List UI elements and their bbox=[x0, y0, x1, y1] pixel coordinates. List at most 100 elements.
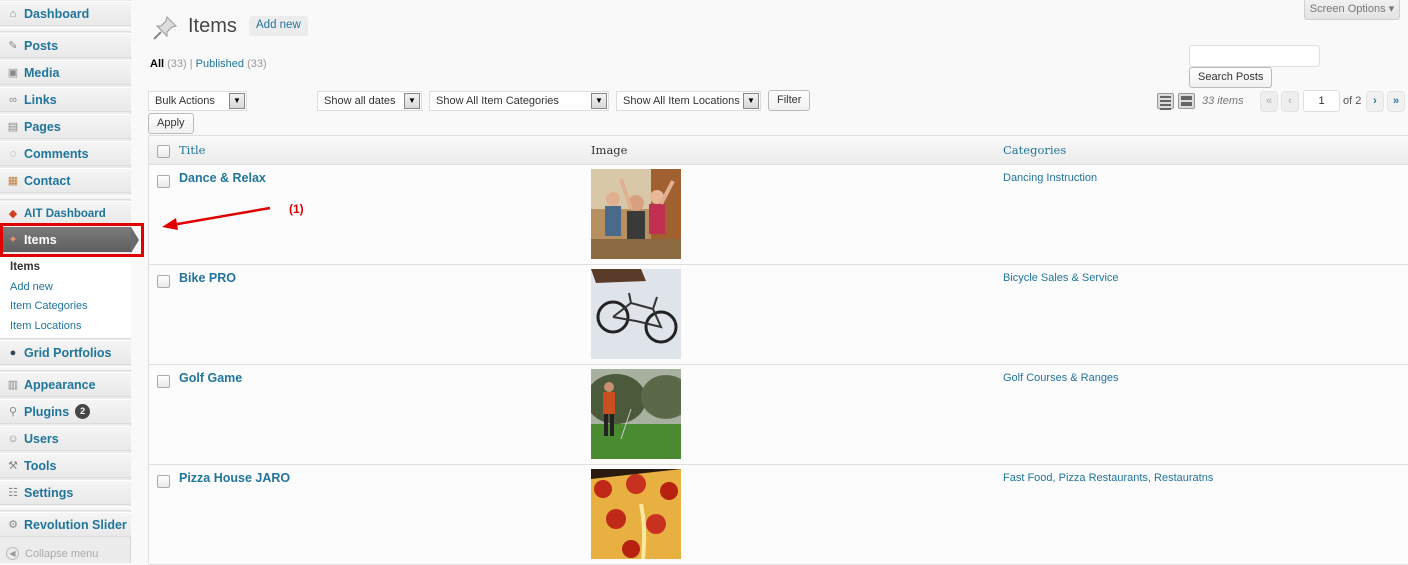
plugin-icon: ⚲ bbox=[8, 406, 18, 418]
row-checkbox[interactable] bbox=[157, 275, 170, 288]
items-submenu: Items Add new Item Categories Item Locat… bbox=[0, 257, 131, 339]
column-categories[interactable]: Categories bbox=[1003, 143, 1066, 157]
menu-separator bbox=[0, 195, 131, 200]
apply-button[interactable]: Apply bbox=[148, 113, 194, 134]
category-link[interactable]: Fast Food, Pizza Restaurants, Restauratn… bbox=[1003, 472, 1213, 484]
item-title-link[interactable]: Golf Game bbox=[179, 371, 242, 385]
menu-separator bbox=[0, 506, 131, 511]
menu-links[interactable]: ∞ Links bbox=[0, 87, 131, 112]
item-title-link[interactable]: Pizza House JARO bbox=[179, 471, 290, 485]
menu-settings[interactable]: ☷ Settings bbox=[0, 480, 131, 505]
main-content: Screen Options ▾ Items Add new All (33) … bbox=[131, 0, 1408, 565]
golfer-photo[interactable] bbox=[591, 369, 681, 459]
menu-separator bbox=[0, 27, 131, 32]
total-pages: of 2 bbox=[1343, 95, 1362, 107]
search-posts-button[interactable]: Search Posts bbox=[1189, 67, 1273, 88]
table-header: Title Image Categories bbox=[149, 136, 1408, 165]
filter-button[interactable]: Filter bbox=[768, 90, 811, 111]
add-new-button[interactable]: Add new bbox=[249, 16, 308, 36]
last-page-button[interactable]: » bbox=[1387, 91, 1405, 112]
annotation-arrow-icon bbox=[162, 206, 271, 230]
menu-dashboard[interactable]: ⌂ Dashboard bbox=[0, 1, 131, 26]
pin-icon: ✎ bbox=[8, 40, 18, 52]
collapse-arrow-icon: ◀ bbox=[6, 547, 19, 560]
menu-pages[interactable]: ▤ Pages bbox=[0, 114, 131, 139]
row-checkbox[interactable] bbox=[157, 475, 170, 488]
dates-filter-select[interactable]: Show all dates ▼ bbox=[317, 91, 422, 111]
menu-tools[interactable]: ⚒ Tools bbox=[0, 453, 131, 478]
menu-users[interactable]: ☺ Users bbox=[0, 426, 131, 451]
filter-all-count: (33) bbox=[167, 58, 187, 70]
current-page-input[interactable]: 1 bbox=[1303, 90, 1340, 112]
tools-icon: ⚒ bbox=[8, 460, 18, 472]
items-count: 33 items bbox=[1202, 95, 1244, 107]
filter-all[interactable]: All bbox=[150, 58, 164, 70]
chevron-down-icon: ▼ bbox=[591, 93, 607, 109]
submenu-item-categories[interactable]: Item Categories bbox=[10, 300, 88, 312]
pizza-photo[interactable] bbox=[591, 469, 681, 559]
submenu-add-new[interactable]: Add new bbox=[10, 281, 53, 293]
next-page-button[interactable]: › bbox=[1366, 91, 1384, 112]
category-link[interactable]: Dancing Instruction bbox=[1003, 172, 1097, 184]
screen-options-button[interactable]: Screen Options ▾ bbox=[1304, 0, 1400, 20]
bulk-actions-select[interactable]: Bulk Actions ▼ bbox=[148, 91, 247, 111]
link-icon: ∞ bbox=[9, 93, 17, 106]
table-row: Bike PRO Bicycle Sales & Service bbox=[149, 265, 1408, 365]
excerpt-view-icon[interactable] bbox=[1178, 93, 1195, 109]
appearance-icon: ▥ bbox=[7, 379, 19, 391]
list-view-icon[interactable] bbox=[1157, 93, 1174, 110]
users-icon: ☺ bbox=[7, 432, 19, 445]
item-title-link[interactable]: Bike PRO bbox=[179, 271, 236, 285]
prev-page-button[interactable]: ‹ bbox=[1281, 91, 1299, 112]
item-title-link[interactable]: Dance & Relax bbox=[179, 171, 266, 185]
menu-separator bbox=[0, 366, 131, 371]
gear-icon: ⚙ bbox=[8, 519, 18, 531]
table-row: Golf Game Golf Courses & Ranges bbox=[149, 365, 1408, 465]
chevron-down-icon: ▼ bbox=[404, 93, 420, 109]
status-filter-links: All (33) | Published (33) bbox=[150, 58, 267, 70]
column-image: Image bbox=[591, 143, 628, 157]
select-all-checkbox[interactable] bbox=[157, 145, 170, 158]
menu-plugins[interactable]: ⚲ Plugins 2 bbox=[0, 399, 131, 424]
search-input[interactable] bbox=[1189, 45, 1320, 67]
menu-appearance[interactable]: ▥ Appearance bbox=[0, 372, 131, 397]
filter-separator: | bbox=[189, 58, 193, 70]
ait-icon: ◆ bbox=[8, 208, 18, 220]
chevron-down-icon: ▼ bbox=[743, 93, 759, 109]
page-title: Items bbox=[188, 15, 237, 37]
chevron-down-icon: ▼ bbox=[229, 93, 245, 109]
plugin-update-badge: 2 bbox=[75, 404, 91, 419]
locations-filter-select[interactable]: Show All Item Locations ▼ bbox=[616, 91, 761, 111]
first-page-button[interactable]: « bbox=[1260, 91, 1278, 112]
menu-revolution-slider[interactable]: ⚙ Revolution Slider bbox=[0, 512, 131, 537]
row-checkbox[interactable] bbox=[157, 175, 170, 188]
menu-posts[interactable]: ✎ Posts bbox=[0, 33, 131, 58]
settings-icon: ☷ bbox=[8, 487, 18, 499]
submenu-items[interactable]: Items bbox=[10, 261, 40, 273]
menu-comments[interactable]: ◌ Comments bbox=[0, 141, 131, 166]
annotation-label: (1) bbox=[289, 202, 304, 216]
row-checkbox[interactable] bbox=[157, 375, 170, 388]
media-icon: ▣ bbox=[7, 67, 19, 79]
categories-filter-select[interactable]: Show All Item Categories ▼ bbox=[429, 91, 609, 111]
contact-icon: ▦ bbox=[7, 175, 19, 187]
items-table: Title Image Categories Dance & Relax Dan… bbox=[148, 135, 1408, 565]
filter-published[interactable]: Published bbox=[196, 58, 244, 70]
submenu-item-locations[interactable]: Item Locations bbox=[10, 320, 82, 332]
column-title[interactable]: Title bbox=[179, 143, 205, 157]
admin-sidebar: ⌂ Dashboard ✎ Posts ▣ Media ∞ Links ▤ Pages ◌… bbox=[0, 0, 139, 563]
menu-media[interactable]: ▣ Media bbox=[0, 60, 131, 85]
table-row: Dance & Relax Dancing Instruction bbox=[149, 165, 1408, 265]
dashboard-icon: ⌂ bbox=[9, 7, 17, 20]
category-link[interactable]: Bicycle Sales & Service bbox=[1003, 272, 1119, 284]
menu-contact[interactable]: ▦ Contact bbox=[0, 168, 131, 193]
collapse-menu-button[interactable]: ◀ Collapse menu bbox=[6, 547, 98, 560]
menu-grid-portfolios[interactable]: ● Grid Portfolios bbox=[0, 340, 131, 365]
portfolio-icon: ● bbox=[9, 346, 17, 359]
highlight-box bbox=[0, 223, 144, 257]
pages-icon: ▤ bbox=[7, 121, 19, 133]
pushpin-icon bbox=[153, 16, 177, 40]
category-link[interactable]: Golf Courses & Ranges bbox=[1003, 372, 1119, 384]
bicycle-photo[interactable] bbox=[591, 269, 681, 359]
dancers-photo[interactable] bbox=[591, 169, 681, 259]
